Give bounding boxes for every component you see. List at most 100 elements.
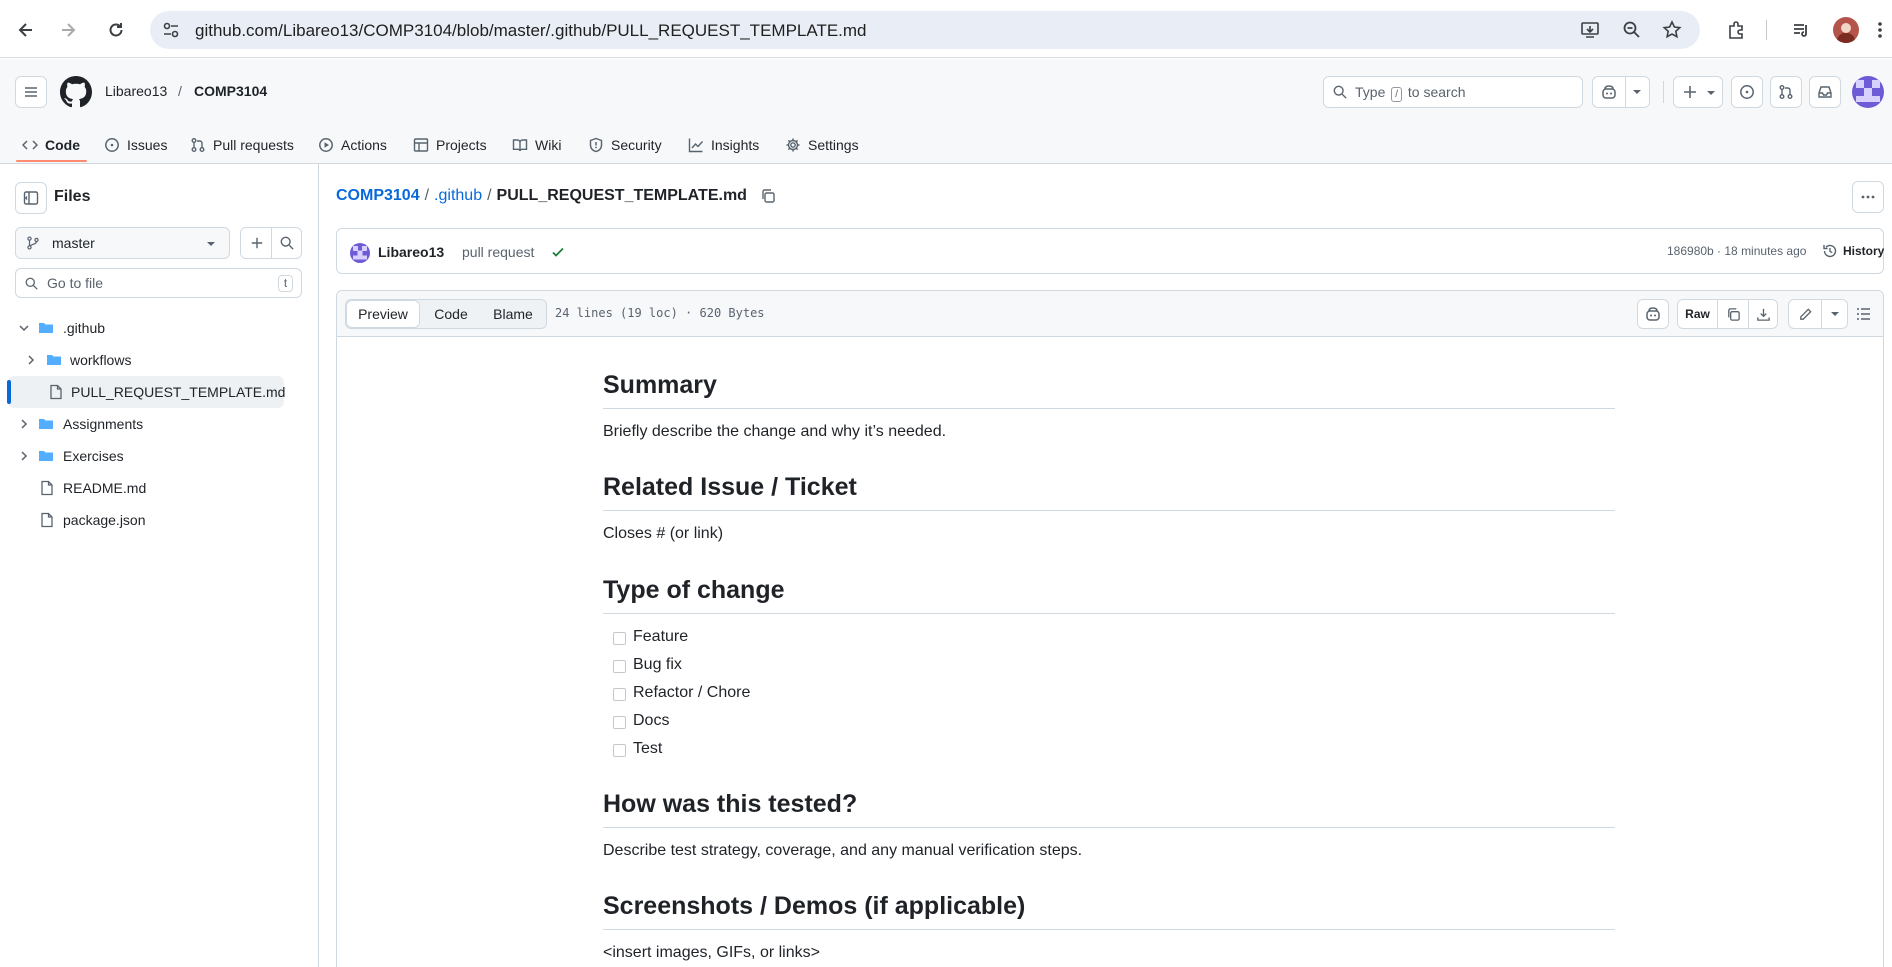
- tree-item-assignments-folder[interactable]: Assignments: [8, 408, 308, 440]
- active-tab-indicator: [16, 160, 87, 162]
- task-checkbox[interactable]: [613, 632, 626, 645]
- copy-raw-button[interactable]: [1718, 300, 1748, 328]
- reload-icon[interactable]: [100, 14, 132, 46]
- tree-item-github-folder[interactable]: .github: [8, 312, 308, 344]
- hamburger-menu-icon[interactable]: [15, 76, 47, 108]
- copilot-ask-button[interactable]: [1637, 299, 1669, 329]
- github-logo-icon[interactable]: [60, 76, 92, 108]
- folder-icon: [38, 416, 54, 432]
- commit-author[interactable]: Libareo13: [378, 244, 444, 260]
- tab-pull-requests[interactable]: Pull requests: [190, 129, 294, 161]
- zoom-icon[interactable]: [1622, 20, 1642, 40]
- profile-avatar[interactable]: [1833, 17, 1859, 43]
- task-label: Test: [633, 740, 663, 757]
- chevron-right-icon[interactable]: [16, 416, 32, 432]
- tree-item-workflows-folder[interactable]: workflows: [8, 344, 308, 376]
- tree-item-label: PULL_REQUEST_TEMPLATE.md: [71, 384, 286, 400]
- shortcut-key: t: [278, 275, 293, 292]
- repo-link[interactable]: COMP3104: [194, 83, 267, 99]
- file-toolbar: Preview Code Blame 24 lines (19 loc) · 6…: [337, 291, 1883, 337]
- tab-wiki[interactable]: Wiki: [512, 129, 561, 161]
- site-info-icon[interactable]: [162, 21, 180, 39]
- bookmark-star-icon[interactable]: [1662, 20, 1682, 40]
- branch-selector[interactable]: master: [15, 227, 230, 259]
- kebab-menu-icon[interactable]: [1868, 14, 1892, 46]
- pull-requests-icon[interactable]: [1770, 76, 1802, 108]
- copilot-button[interactable]: [1592, 76, 1650, 108]
- copy-icon: [1726, 307, 1741, 322]
- search-files-button[interactable]: [272, 228, 302, 258]
- paragraph-screenshots: <insert images, GIFs, or links>: [603, 944, 820, 961]
- markdown-body: Summary Briefly describe the change and …: [603, 337, 1615, 961]
- issues-icon[interactable]: [1731, 76, 1763, 108]
- add-file-button[interactable]: [241, 228, 272, 258]
- owner-link[interactable]: Libareo13: [105, 83, 167, 99]
- collapse-sidebar-button[interactable]: [15, 182, 47, 214]
- copilot-icon: [1645, 306, 1661, 322]
- user-avatar[interactable]: [1852, 76, 1884, 108]
- breadcrumb-repo-link[interactable]: COMP3104: [336, 187, 420, 205]
- blame-tab[interactable]: Blame: [483, 300, 543, 328]
- edit-options-dropdown[interactable]: [1822, 300, 1848, 328]
- kebab-horizontal-icon: [1860, 189, 1876, 205]
- play-icon: [318, 137, 334, 153]
- tab-settings[interactable]: Settings: [785, 129, 859, 161]
- task-checkbox[interactable]: [613, 716, 626, 729]
- forward-icon[interactable]: [52, 14, 84, 46]
- files-title: Files: [54, 188, 91, 205]
- download-button[interactable]: [1749, 300, 1778, 328]
- tree-item-package-json[interactable]: package.json: [8, 504, 308, 536]
- tree-item-pull-request-template[interactable]: PULL_REQUEST_TEMPLATE.md: [7, 376, 286, 408]
- tab-projects[interactable]: Projects: [413, 129, 487, 161]
- address-bar[interactable]: github.com/Libareo13/COMP3104/blob/maste…: [150, 11, 1700, 49]
- copy-path-icon[interactable]: [760, 188, 776, 204]
- more-options-button[interactable]: [1852, 181, 1884, 213]
- inbox-icon[interactable]: [1809, 76, 1841, 108]
- search-icon: [1333, 85, 1347, 99]
- raw-button[interactable]: Raw: [1678, 300, 1717, 328]
- tab-security[interactable]: Security: [588, 129, 662, 161]
- history-button[interactable]: History: [1822, 243, 1884, 259]
- create-new-button[interactable]: [1673, 76, 1723, 108]
- media-control-icon[interactable]: [1785, 14, 1817, 46]
- tree-item-label: README.md: [63, 480, 147, 496]
- paragraph-related-issue: Closes # (or link): [603, 525, 724, 542]
- chevron-down-icon: [206, 240, 216, 248]
- breadcrumb-folder-link[interactable]: .github: [434, 187, 482, 205]
- tab-actions[interactable]: Actions: [318, 129, 387, 161]
- chevron-right-icon[interactable]: [16, 448, 32, 464]
- chevron-right-icon[interactable]: [23, 352, 39, 368]
- folder-icon: [38, 448, 54, 464]
- commit-message[interactable]: pull request: [462, 244, 534, 260]
- extensions-icon[interactable]: [1720, 14, 1752, 46]
- code-view-tab[interactable]: Code: [423, 300, 479, 328]
- back-icon[interactable]: [10, 14, 42, 46]
- commit-sha-time[interactable]: 186980b · 18 minutes ago: [1667, 244, 1806, 258]
- search-prefix: Type: [1355, 84, 1386, 100]
- file-icon: [48, 384, 64, 400]
- table-icon: [413, 137, 429, 153]
- tab-issues[interactable]: Issues: [104, 129, 167, 161]
- task-checkbox[interactable]: [613, 688, 626, 701]
- tab-insights[interactable]: Insights: [688, 129, 759, 161]
- install-app-icon[interactable]: [1580, 20, 1600, 40]
- task-checkbox[interactable]: [613, 660, 626, 673]
- tree-item-exercises-folder[interactable]: Exercises: [8, 440, 308, 472]
- url-text[interactable]: github.com/Libareo13/COMP3104/blob/maste…: [195, 21, 867, 41]
- tab-code[interactable]: Code: [22, 129, 80, 161]
- history-label: History: [1843, 244, 1885, 258]
- outline-list-icon[interactable]: [1856, 306, 1872, 322]
- search-shortcut-key: /: [1391, 87, 1403, 102]
- preview-tab[interactable]: Preview: [346, 300, 420, 328]
- copilot-icon: [1601, 84, 1617, 100]
- check-icon[interactable]: [550, 244, 566, 260]
- task-checkbox[interactable]: [613, 744, 626, 757]
- tree-item-readme[interactable]: README.md: [8, 472, 308, 504]
- tab-label: Insights: [711, 137, 760, 153]
- search-input[interactable]: Type / to search: [1323, 76, 1583, 108]
- edit-file-button[interactable]: [1789, 300, 1821, 328]
- chevron-down-icon[interactable]: [16, 320, 32, 336]
- author-avatar[interactable]: [350, 243, 370, 263]
- tab-label: Issues: [127, 137, 168, 153]
- go-to-file-input[interactable]: Go to file t: [15, 268, 302, 298]
